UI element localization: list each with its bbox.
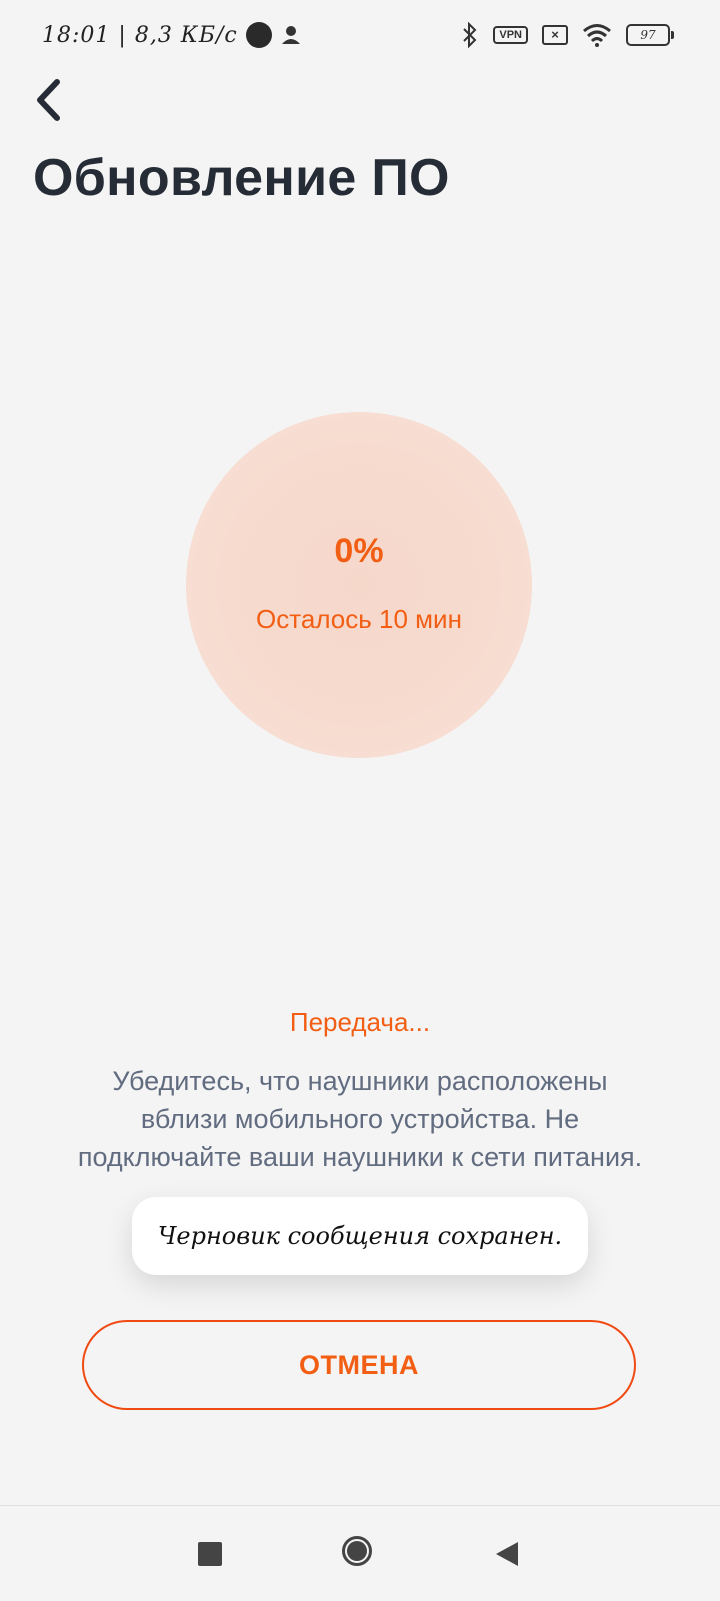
toast-message: Черновик сообщения сохранен. [132, 1197, 588, 1275]
bluetooth-icon [463, 22, 477, 48]
back-triangle-icon[interactable] [494, 1540, 520, 1568]
toast-text: Черновик сообщения сохранен. [157, 1222, 563, 1250]
record-dot-icon [245, 22, 272, 48]
wifi-icon [583, 24, 611, 47]
time-remaining: Осталось 10 мин [256, 604, 462, 634]
battery-icon: 97 [626, 24, 674, 46]
back-button[interactable] [24, 72, 72, 128]
person-icon [281, 26, 300, 44]
status-bar: 18:01 | 8,3 КБ/с VPN × 97 [0, 0, 720, 70]
system-nav-bar [0, 1505, 720, 1601]
instructions-text: Убедитесь, что наушники расположены вбли… [77, 1066, 643, 1172]
network-speed: 8,3 КБ/с [134, 22, 238, 48]
status-bar-left: 18:01 | 8,3 КБ/с [42, 20, 302, 50]
home-circle-icon[interactable] [342, 1536, 372, 1566]
vpn-icon: VPN [493, 26, 528, 44]
page-title: Обновление ПО [33, 149, 450, 207]
battery-level: 97 [640, 28, 656, 42]
cancel-button[interactable]: ОТМЕНА [82, 1320, 636, 1410]
recents-square-icon[interactable] [198, 1542, 222, 1566]
cancel-button-label: ОТМЕНА [299, 1349, 419, 1380]
chevron-left-icon [37, 79, 60, 121]
home-circle-inner [347, 1541, 367, 1561]
sim-off-icon: × [542, 25, 568, 45]
progress-circle: 0% Осталось 10 мин [186, 412, 532, 758]
progress-percent: 0% [334, 532, 384, 570]
status-separator: | [118, 22, 127, 48]
transfer-status: Передача... [289, 1007, 431, 1037]
status-bar-right: VPN × 97 [461, 20, 674, 50]
status-time: 18:01 [42, 22, 111, 48]
